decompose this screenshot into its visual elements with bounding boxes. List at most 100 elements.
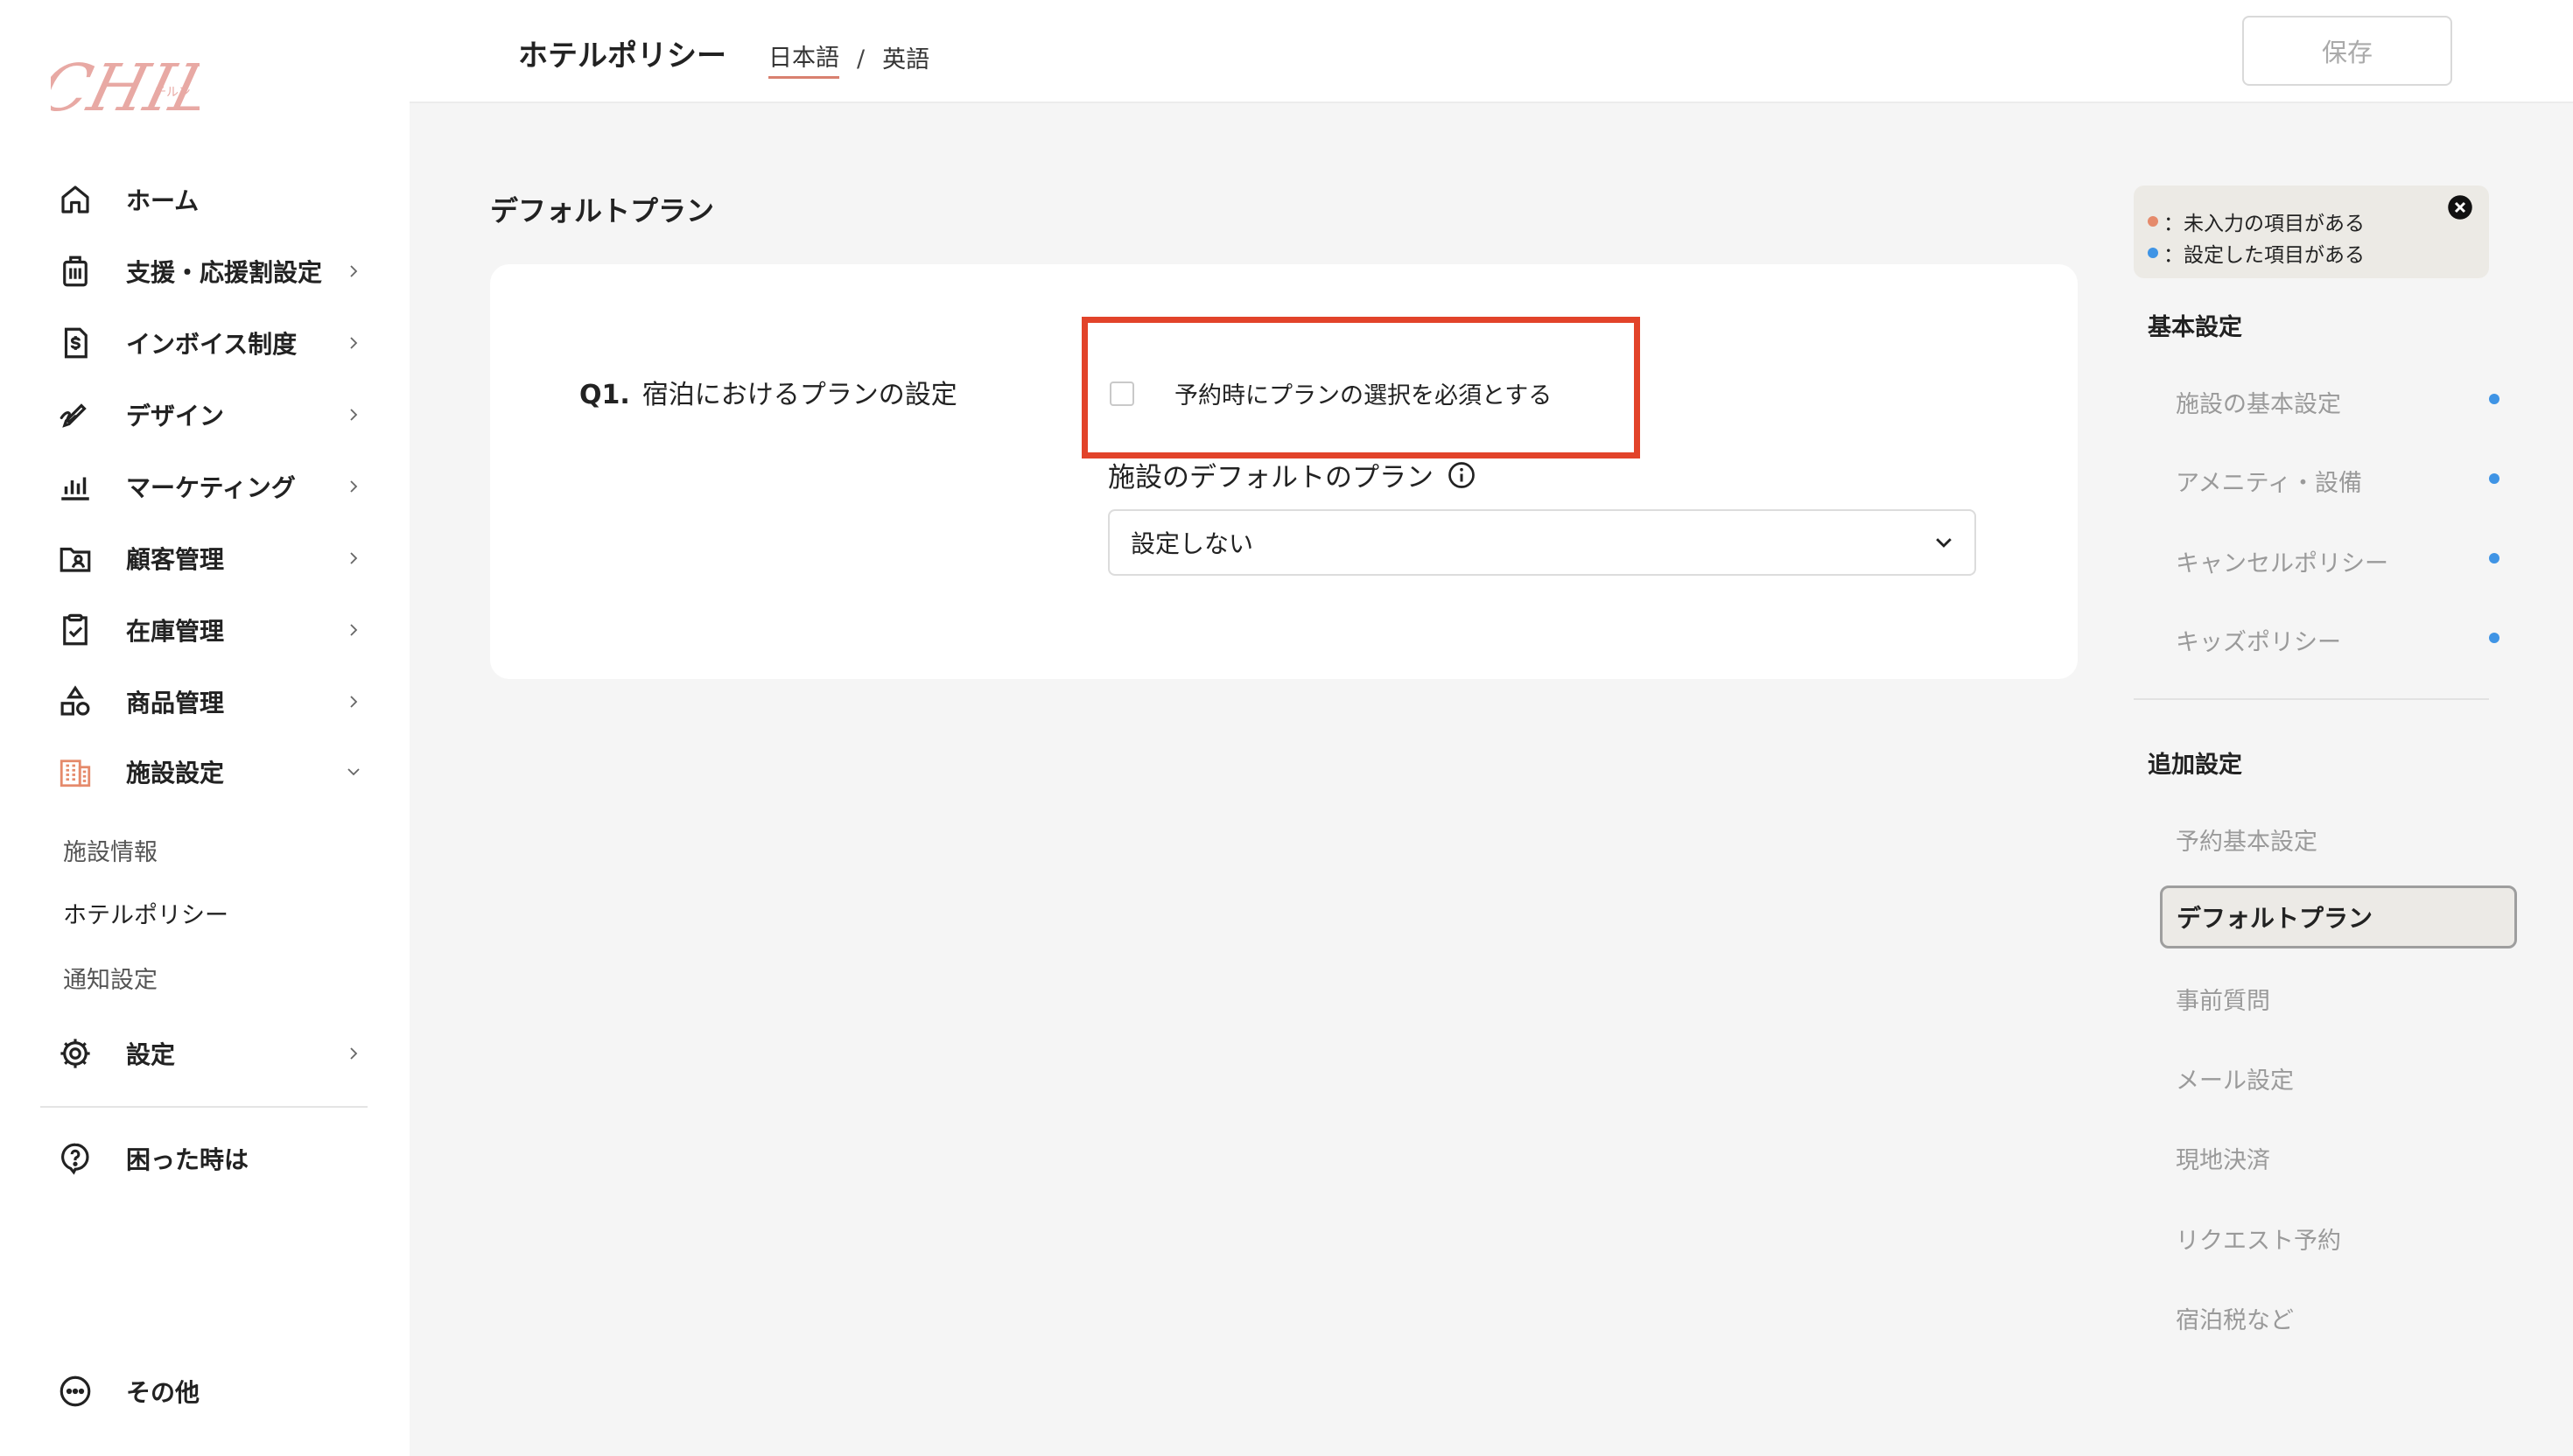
chevron-right-icon [350, 696, 358, 708]
default-plan-select[interactable]: 設定しない [1108, 509, 1976, 576]
sidebar-item-label: 支援・応援割設定 [126, 258, 323, 287]
chevron-right-icon [350, 624, 358, 636]
default-plan-card: Q1. 宿泊におけるプランの設定 予約時にプランの選択を必須とする 施設のデフォル… [490, 264, 2078, 679]
nav-facility-basic-settings[interactable]: 施設の基本設定 [2176, 385, 2341, 419]
building-icon [56, 752, 95, 791]
language-tabs: 日本語 / 英語 [768, 38, 929, 79]
chevron-right-icon [350, 1047, 358, 1060]
page-title: ホテルポリシー [518, 38, 726, 74]
require-plan-checkbox-row[interactable]: 予約時にプランの選択を必須とする [1110, 376, 1552, 410]
status-dot [2489, 553, 2499, 564]
sidebar-item-label: 在庫管理 [126, 617, 225, 646]
gear-icon [56, 1034, 95, 1073]
status-dot [2489, 394, 2499, 404]
chillnn-logo: CHILL'NN チルン [32, 50, 401, 126]
nav-amenities[interactable]: アメニティ・設備 [2176, 464, 2362, 498]
question-text: 宿泊におけるプランの設定 [641, 380, 957, 410]
status-legend: ：未入力の項目がある ：設定した項目がある [2134, 186, 2489, 278]
basic-settings-heading: 基本設定 [2148, 314, 2242, 341]
sidebar-item-invoice[interactable]: インボイス制度 [56, 317, 362, 369]
sidebar-item-label: 困った時は [126, 1145, 249, 1174]
right-panel-divider [2134, 698, 2489, 700]
legend-unfilled: ：未入力の項目がある [2148, 206, 2365, 236]
chevron-right-icon [350, 480, 358, 493]
sidebar-item-products[interactable]: 商品管理 [56, 676, 362, 728]
default-plan-label: 施設のデフォルトのプラン [1108, 455, 1477, 494]
sidebar-item-label: 顧客管理 [126, 545, 225, 574]
sidebar-item-label: デザイン [126, 402, 225, 430]
language-separator: / [857, 45, 866, 73]
sidebar-item-label: 商品管理 [126, 689, 225, 718]
sidebar-item-label: マーケティング [126, 473, 296, 502]
subnav-notification-settings[interactable]: 通知設定 [63, 961, 158, 995]
help-icon [56, 1139, 95, 1178]
require-plan-checkbox[interactable] [1110, 381, 1134, 406]
sidebar-item-marketing[interactable]: マーケティング [56, 460, 362, 513]
shapes-icon [56, 682, 95, 721]
sidebar-item-support-discount[interactable]: 支援・応援割設定 [56, 245, 362, 298]
sidebar-item-other[interactable]: その他 [56, 1365, 362, 1418]
nav-kids-policy[interactable]: キッズポリシー [2176, 623, 2341, 657]
nav-pre-questions[interactable]: 事前質問 [2176, 982, 2270, 1016]
legend-filled: ：設定した項目がある [2148, 238, 2365, 268]
chevron-right-icon [350, 265, 358, 277]
sidebar-divider [40, 1106, 368, 1108]
sidebar-item-inventory[interactable]: 在庫管理 [56, 604, 362, 656]
close-icon[interactable] [2447, 194, 2473, 220]
chevron-right-icon [350, 337, 358, 349]
nav-request-reservation[interactable]: リクエスト予約 [2176, 1222, 2341, 1256]
bar-chart-icon [56, 467, 95, 506]
additional-settings-heading: 追加設定 [2148, 752, 2242, 779]
sidebar-item-label: インボイス制度 [126, 330, 298, 359]
unfilled-dot [2148, 216, 2158, 227]
nav-email-settings[interactable]: メール設定 [2176, 1061, 2294, 1096]
status-dot [2489, 633, 2499, 643]
sidebar-item-label: その他 [126, 1378, 200, 1407]
default-plan-label-text: 施設のデフォルトのプラン [1108, 462, 1434, 494]
legend-unfilled-text: ：未入力の項目がある [2163, 213, 2365, 235]
home-icon [56, 180, 95, 219]
chevron-right-icon [350, 552, 358, 564]
chevron-down-icon [347, 768, 360, 776]
logo[interactable]: CHILL'NN チルン [32, 35, 401, 131]
nav-default-plan[interactable]: デフォルトプラン [2160, 886, 2517, 948]
chevron-right-icon [350, 409, 358, 421]
subnav-hotel-policy[interactable]: ホテルポリシー [63, 896, 228, 930]
status-dot [2489, 473, 2499, 484]
sidebar-item-label: 設定 [126, 1040, 176, 1069]
sidebar-item-customers[interactable]: 顧客管理 [56, 532, 362, 584]
chevron-down-icon [1936, 538, 1952, 548]
sidebar-item-label: ホーム [126, 186, 200, 215]
customer-folder-icon [56, 539, 95, 578]
tab-japanese[interactable]: 日本語 [768, 38, 839, 79]
clipboard-check-icon [56, 611, 95, 649]
sidebar-item-label: 施設設定 [126, 759, 225, 788]
section-title: デフォルトプラン [490, 194, 715, 228]
question-label: Q1. 宿泊におけるプランの設定 [579, 373, 957, 411]
top-header: ホテルポリシー 日本語 / 英語 保存 [410, 0, 2573, 103]
info-icon[interactable] [1446, 459, 1477, 491]
sidebar: CHILL'NN チルン ホーム 支援・応援割設定 インボイス制度 デザイン マ… [0, 0, 410, 1456]
sidebar-item-home[interactable]: ホーム [56, 173, 362, 226]
sidebar-item-help[interactable]: 困った時は [56, 1132, 362, 1185]
subnav-facility-info[interactable]: 施設情報 [63, 833, 158, 867]
ticket-icon [56, 252, 95, 290]
nav-reservation-basic[interactable]: 予約基本設定 [2176, 822, 2317, 857]
svg-text:チルン: チルン [154, 86, 191, 100]
nav-accommodation-tax[interactable]: 宿泊税など [2176, 1301, 2294, 1335]
invoice-icon [56, 324, 95, 362]
default-plan-selected-value: 設定しない [1131, 529, 1254, 558]
save-button[interactable]: 保存 [2242, 16, 2452, 86]
require-plan-checkbox-label: 予約時にプランの選択を必須とする [1174, 382, 1553, 410]
sidebar-item-design[interactable]: デザイン [56, 388, 362, 441]
sidebar-item-facility-settings[interactable]: 施設設定 [56, 746, 362, 798]
more-icon [56, 1372, 95, 1410]
question-number: Q1. [579, 380, 630, 410]
pen-icon [56, 396, 95, 434]
nav-cancel-policy[interactable]: キャンセルポリシー [2176, 544, 2388, 578]
tab-english[interactable]: 英語 [882, 40, 929, 78]
nav-onsite-payment[interactable]: 現地決済 [2176, 1141, 2270, 1175]
sidebar-item-settings[interactable]: 設定 [56, 1027, 362, 1080]
legend-filled-text: ：設定した項目がある [2163, 244, 2365, 267]
filled-dot [2148, 248, 2158, 258]
